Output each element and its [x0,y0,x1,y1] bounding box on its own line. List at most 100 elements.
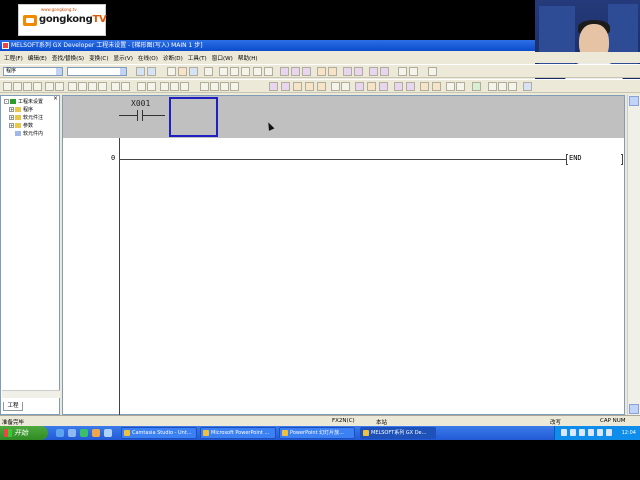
device-batch-icon[interactable] [420,82,429,91]
tree-horizontal-scrollbar[interactable] [2,390,60,398]
menu-project[interactable]: 工程(F) [4,54,23,62]
af9-icon[interactable] [220,82,229,91]
data-type-combo[interactable]: 程序 [3,67,63,76]
device-icon[interactable] [147,67,156,76]
read-mode-icon[interactable] [293,82,302,91]
find-icon[interactable] [280,67,289,76]
undo-icon[interactable] [253,67,262,76]
media-icon[interactable] [80,429,88,437]
invert-icon[interactable] [160,82,169,91]
tab-project[interactable]: 工程 [3,402,23,411]
tray-icon[interactable] [561,429,567,436]
ie-icon[interactable] [56,429,64,437]
coil-icon[interactable] [45,82,54,91]
cross-reference-icon[interactable] [406,82,415,91]
write-mode-icon[interactable] [305,82,314,91]
secondary-combo[interactable] [67,67,127,76]
comment-icon[interactable] [331,82,340,91]
falling-parallel-icon[interactable] [147,82,156,91]
find-instruction-icon[interactable] [302,67,311,76]
horizontal-line-icon[interactable] [68,82,77,91]
print-icon[interactable] [204,67,213,76]
menu-tools[interactable]: 工具(T) [188,54,207,62]
program-list-icon[interactable] [136,67,145,76]
expand-icon[interactable]: + [9,107,14,112]
monitor-mode-icon[interactable] [317,82,326,91]
tree-item-parameter[interactable]: + 参数 [9,122,33,129]
ladder-cursor[interactable] [169,97,218,137]
normally-closed-contact-icon[interactable] [23,82,32,91]
end-instruction[interactable]: END [569,154,582,162]
tray-icon[interactable] [588,429,594,436]
redo-icon[interactable] [264,67,273,76]
menu-window[interactable]: 窗口(W) [212,54,233,62]
parallel-open-contact-icon[interactable] [13,82,22,91]
draw-line-icon[interactable] [170,82,179,91]
tree-root[interactable]: - 工程未设置 [4,98,43,105]
close-icon[interactable]: × [52,96,59,103]
delete-line-icon[interactable] [180,82,189,91]
read-plc-icon[interactable] [328,67,337,76]
entry-icon[interactable] [432,82,441,91]
parallel-closed-contact-icon[interactable] [33,82,42,91]
menu-find-replace[interactable]: 查找/替换(S) [52,54,84,62]
tree-item-device-comment[interactable]: + 软元件注 [9,114,43,121]
task-powerpoint[interactable]: Microsoft PowerPoint ... [200,427,276,439]
falling-edge-icon[interactable] [121,82,130,91]
task-camtasia[interactable]: Camtasia Studio - Unt... [121,427,197,439]
alias-icon[interactable] [367,82,376,91]
monitor-icon[interactable] [343,67,352,76]
chevron-down-icon[interactable] [120,68,126,75]
menu-diagnostics[interactable]: 诊断(D) [163,54,183,62]
collapse-icon[interactable]: - [4,99,9,104]
vertical-line-icon[interactable] [78,82,87,91]
f10-icon[interactable] [210,82,219,91]
window-titlebar[interactable]: MELSOFT系列 GX Developer 工程未设置 - [梯形图(写入) … [0,40,535,51]
monitor-start-icon[interactable] [354,67,363,76]
open-file-icon[interactable] [178,67,187,76]
desktop-icon[interactable] [68,429,76,437]
delete-vertical-icon[interactable] [98,82,107,91]
tree-item-program[interactable]: + 程序 [9,106,33,113]
expand-icon[interactable]: + [9,115,14,120]
zoom-icon[interactable] [379,82,388,91]
find-device-icon[interactable] [291,67,300,76]
save-icon[interactable] [189,67,198,76]
note-icon[interactable] [355,82,364,91]
expand-icon[interactable]: + [9,123,14,128]
start-button[interactable]: 开始 [0,426,48,440]
menu-edit[interactable]: 编辑(E) [28,54,47,62]
monitor-stop-icon[interactable] [369,67,378,76]
copy-icon[interactable] [230,67,239,76]
scroll-up-icon[interactable] [629,96,639,106]
rising-parallel-icon[interactable] [137,82,146,91]
paste-icon[interactable] [241,67,250,76]
chevron-down-icon[interactable] [56,68,62,75]
tray-icon[interactable] [597,429,603,436]
f9-icon[interactable] [200,82,209,91]
quicklaunch-icon[interactable] [104,429,112,437]
app-icon[interactable] [2,42,9,49]
delete-horizontal-icon[interactable] [88,82,97,91]
window-icon[interactable] [523,82,532,91]
clock[interactable]: 12:04 [622,430,636,436]
scroll-down-icon[interactable] [629,404,639,414]
task-gx-developer[interactable]: MELSOFT系列 GX De... [360,427,436,439]
task-powerpoint-slideshow[interactable]: PowerPoint 幻灯片放... [279,427,355,439]
menu-convert[interactable]: 变换(C) [89,54,108,62]
menu-view[interactable]: 显示(V) [114,54,133,62]
menu-online[interactable]: 在线(O) [138,54,158,62]
diagnostics-icon[interactable] [472,82,481,91]
application-instruction-icon[interactable] [55,82,64,91]
step-jump-icon[interactable] [394,82,403,91]
menu-help[interactable]: 帮助(H) [238,54,258,62]
tray-icon[interactable] [579,429,585,436]
ladder-mode-icon[interactable] [269,82,278,91]
volume-icon[interactable] [606,429,612,436]
list-mode-icon[interactable] [281,82,290,91]
af10-icon[interactable] [230,82,239,91]
ladder-editor[interactable]: X001 0 END [62,95,625,415]
write-plc-icon[interactable] [317,67,326,76]
tree-item-device-memory[interactable]: 软元件内 [15,130,43,137]
tray-icon[interactable] [570,429,576,436]
